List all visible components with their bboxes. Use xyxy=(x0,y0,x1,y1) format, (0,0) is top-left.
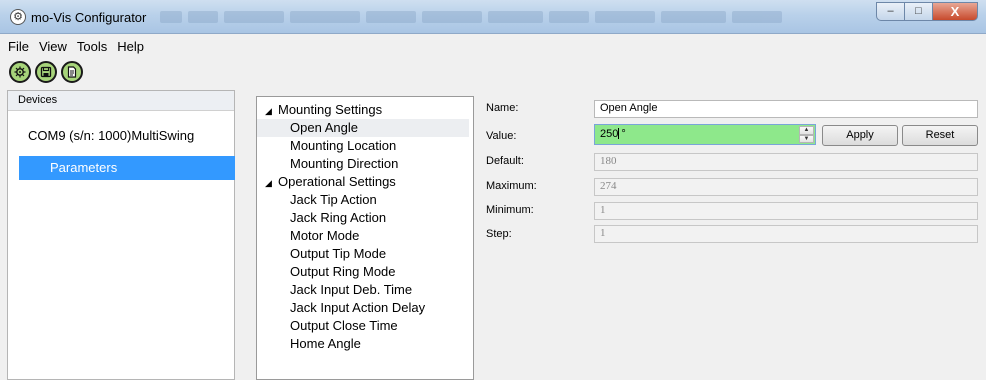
value-label: Value: xyxy=(486,130,517,142)
value-unit: ° xyxy=(621,128,626,140)
device-item[interactable]: COM9 (s/n: 1000)MultiSwing xyxy=(28,128,194,143)
tree-group-label: Mounting Settings xyxy=(278,102,383,117)
window-controls: – □ X xyxy=(876,2,978,21)
tree-group-mounting[interactable]: ◢ Mounting Settings xyxy=(257,101,473,119)
expand-triangle-icon[interactable]: ◢ xyxy=(265,174,278,192)
menu-file[interactable]: File xyxy=(0,34,34,58)
tree-group-label: Operational Settings xyxy=(278,174,396,189)
tree-item-jack-ring-action[interactable]: Jack Ring Action xyxy=(257,209,473,227)
connect-gear-icon[interactable] xyxy=(9,61,31,83)
tree-item-motor-mode[interactable]: Motor Mode xyxy=(257,227,473,245)
spin-down-icon[interactable]: ▼ xyxy=(799,134,814,143)
tree-group-operational[interactable]: ◢ Operational Settings xyxy=(257,173,473,191)
minimize-button[interactable]: – xyxy=(876,2,904,21)
maximum-field: 274 xyxy=(594,178,978,196)
title-bar: ⚙ mo-Vis Configurator – □ X xyxy=(0,0,986,34)
menu-bar: File View Tools Help xyxy=(0,34,986,58)
save-icon[interactable] xyxy=(35,61,57,83)
minimum-field: 1 xyxy=(594,202,978,220)
step-field: 1 xyxy=(594,225,978,243)
text-cursor xyxy=(618,128,620,139)
tree-item-jack-tip-action[interactable]: Jack Tip Action xyxy=(257,191,473,209)
background-ribbon xyxy=(160,9,860,25)
tree-item-open-angle[interactable]: Open Angle xyxy=(257,119,469,137)
expand-triangle-icon[interactable]: ◢ xyxy=(265,102,278,120)
value-text: 250 xyxy=(600,128,619,140)
menu-view[interactable]: View xyxy=(34,34,72,58)
properties-panel: Name: Open Angle Value: 250 ° ▲ ▼ Apply R… xyxy=(476,96,986,246)
tree-item-output-close-time[interactable]: Output Close Time xyxy=(257,317,473,335)
close-button[interactable]: X xyxy=(932,2,978,21)
spin-arrows: ▲ ▼ xyxy=(799,126,814,143)
spin-up-icon[interactable]: ▲ xyxy=(799,126,814,135)
tree-item-mounting-location[interactable]: Mounting Location xyxy=(257,137,473,155)
settings-tree: ◢ Mounting Settings Open Angle Mounting L… xyxy=(256,96,474,380)
minimum-label: Minimum: xyxy=(486,204,534,216)
devices-header: Devices xyxy=(8,91,234,111)
tree-item-jack-input-deb-time[interactable]: Jack Input Deb. Time xyxy=(257,281,473,299)
reset-button[interactable]: Reset xyxy=(902,125,978,146)
maximum-label: Maximum: xyxy=(486,180,537,192)
default-label: Default: xyxy=(486,155,524,167)
toolbar xyxy=(0,58,986,88)
parameters-item[interactable]: Parameters xyxy=(19,156,235,180)
apply-button[interactable]: Apply xyxy=(822,125,898,146)
tree-item-output-tip-mode[interactable]: Output Tip Mode xyxy=(257,245,473,263)
app-gear-icon: ⚙ xyxy=(10,9,26,25)
tree-item-output-ring-mode[interactable]: Output Ring Mode xyxy=(257,263,473,281)
value-spinbox[interactable]: 250 ° ▲ ▼ xyxy=(594,124,816,145)
document-icon[interactable] xyxy=(61,61,83,83)
name-field: Open Angle xyxy=(594,100,978,118)
tree-item-home-angle[interactable]: Home Angle xyxy=(257,335,473,353)
name-label: Name: xyxy=(486,102,519,114)
tree-item-mounting-direction[interactable]: Mounting Direction xyxy=(257,155,473,173)
window-title: mo-Vis Configurator xyxy=(31,10,147,25)
devices-panel: Devices COM9 (s/n: 1000)MultiSwing Param… xyxy=(7,90,235,380)
default-field: 180 xyxy=(594,153,978,171)
maximize-button[interactable]: □ xyxy=(904,2,932,21)
tree-item-jack-input-action-delay[interactable]: Jack Input Action Delay xyxy=(257,299,473,317)
menu-help[interactable]: Help xyxy=(112,34,149,58)
menu-tools[interactable]: Tools xyxy=(72,34,112,58)
step-label: Step: xyxy=(486,228,512,240)
